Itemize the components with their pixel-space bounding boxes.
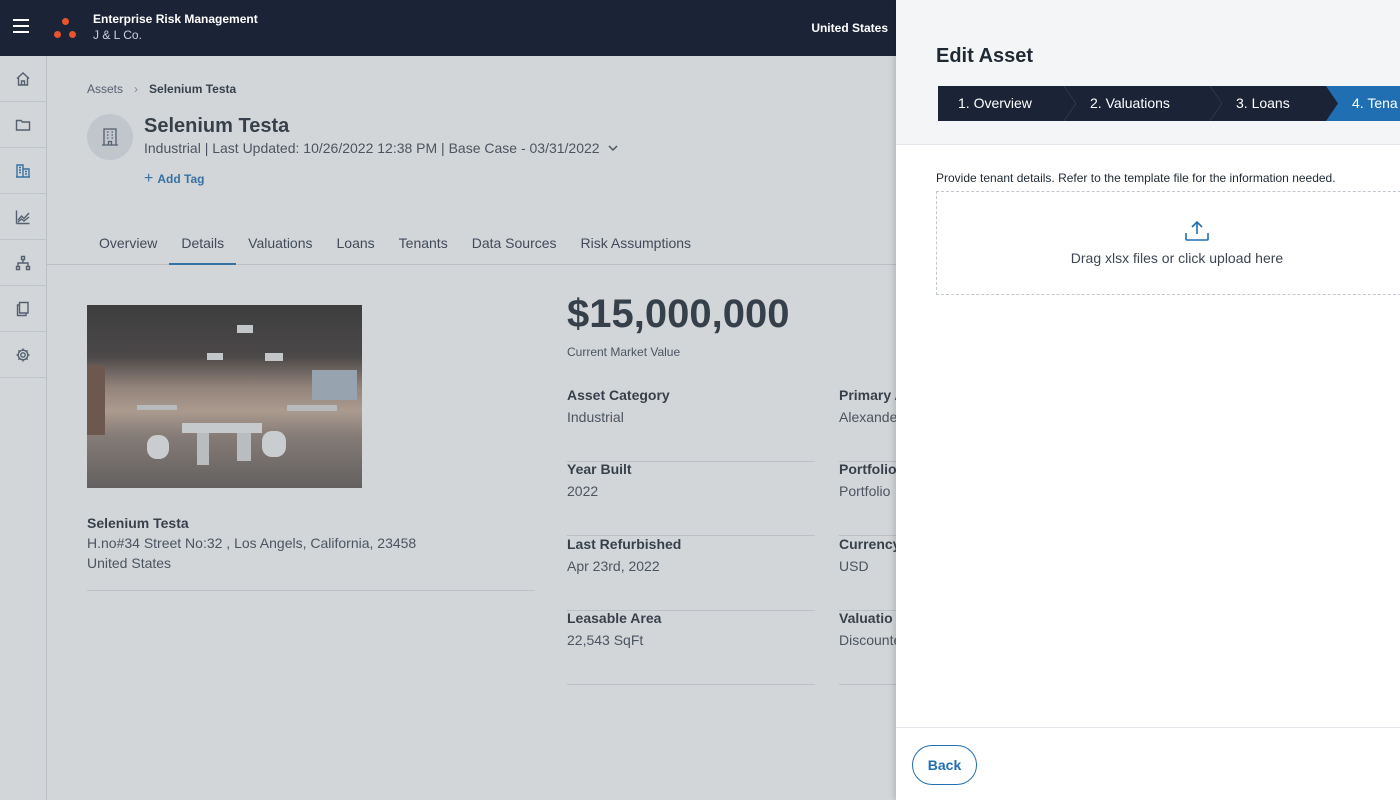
dropzone-text: Drag xlsx files or click upload here [1070, 250, 1284, 266]
drawer-footer: Back [896, 727, 1400, 800]
step-loans[interactable]: 3. Loans [1210, 86, 1340, 121]
drawer-header: Edit Asset 1. Overview 2. Valuations 3. … [896, 0, 1400, 145]
back-button[interactable]: Back [912, 745, 977, 785]
upload-icon [1185, 220, 1209, 241]
file-dropzone[interactable]: Drag xlsx files or click upload here [936, 191, 1400, 295]
step-valuations[interactable]: 2. Valuations [1064, 86, 1222, 121]
drawer-title: Edit Asset [936, 45, 1034, 67]
step-overview[interactable]: 1. Overview [938, 86, 1076, 121]
modal-backdrop[interactable] [0, 56, 896, 800]
edit-asset-drawer: Edit Asset 1. Overview 2. Valuations 3. … [896, 0, 1400, 800]
header-backdrop [0, 0, 896, 56]
tenant-instructions: Provide tenant details. Refer to the tem… [936, 171, 1336, 185]
